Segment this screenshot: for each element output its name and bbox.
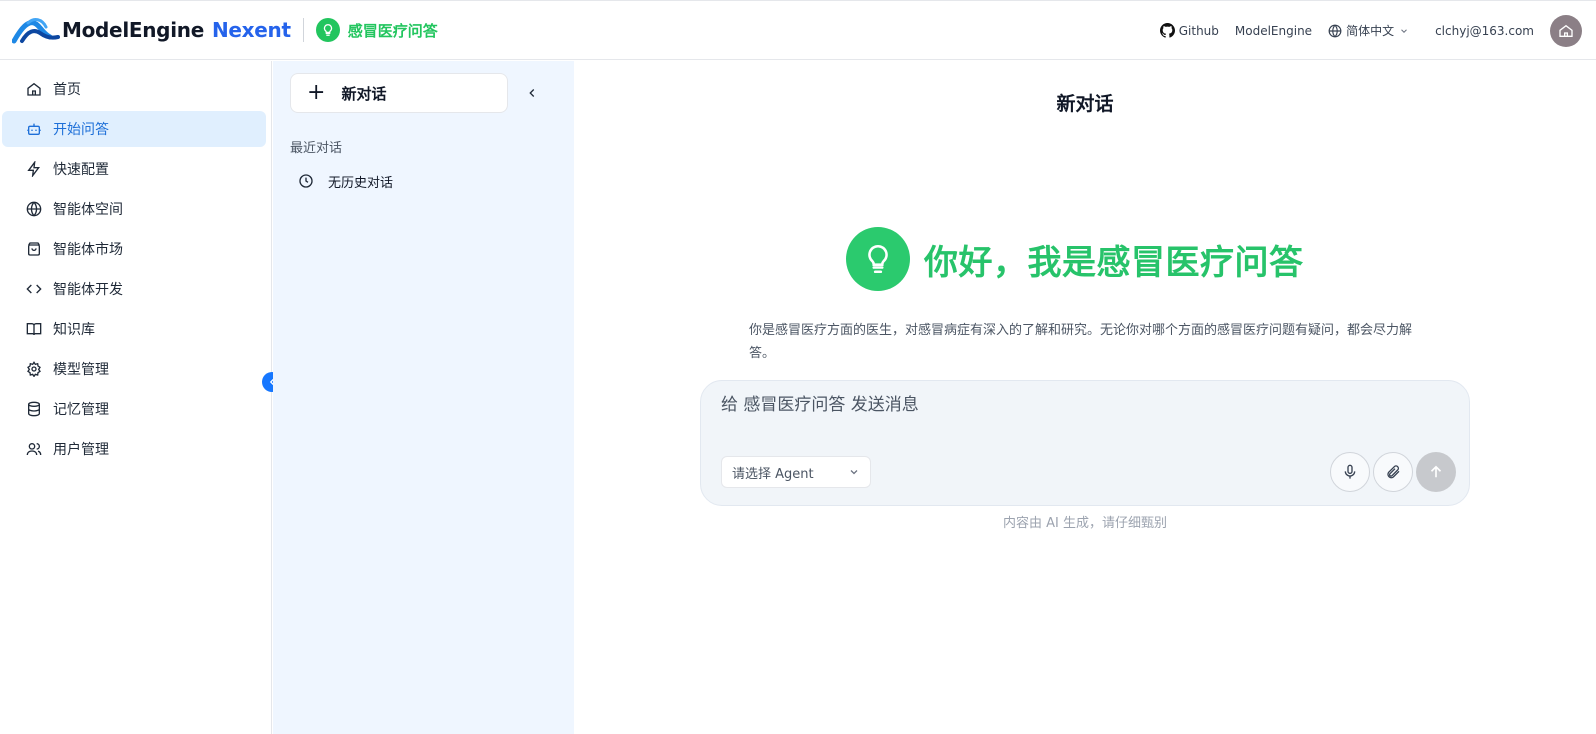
empty-history-label: 无历史对话	[328, 175, 394, 191]
sidebar-item-user-management[interactable]: 用户管理	[2, 431, 266, 467]
recent-conversations-heading: 最近对话	[290, 141, 343, 156]
gear-icon	[26, 361, 42, 377]
greeting-hero: 你好，我是感冒医疗问答	[846, 227, 1304, 291]
home-avatar-icon	[1559, 24, 1573, 37]
users-icon	[26, 441, 42, 457]
modelengine-link[interactable]: ModelEngine	[1235, 24, 1312, 38]
sidebar-item-quick-config[interactable]: 快速配置	[2, 151, 266, 187]
github-link[interactable]: Github	[1159, 23, 1219, 38]
top-header: ModelEngine Nexent 感冒医疗问答 Github ModelEn…	[0, 1, 1596, 60]
sidebar-item-agent-space[interactable]: 智能体空间	[2, 191, 266, 227]
sidebar-item-model-management[interactable]: 模型管理	[2, 351, 266, 387]
sidebar-item-agent-market[interactable]: 智能体市场	[2, 231, 266, 267]
paperclip-icon	[1387, 465, 1400, 479]
product-name: Nexent	[211, 18, 291, 42]
user-email[interactable]: clchyj@163.com	[1435, 24, 1534, 38]
zap-icon	[26, 161, 42, 177]
database-icon	[26, 401, 42, 417]
sidebar-item-label: 知识库	[53, 322, 95, 338]
new-chat-button[interactable]: + 新对话	[290, 73, 508, 113]
lightbulb-icon	[846, 227, 910, 291]
agent-description: 你是感冒医疗方面的医生，对感冒病症有深入的了解和研究。无论你对哪个方面的感冒医疗…	[749, 323, 1413, 361]
empty-history-item: 无历史对话	[290, 167, 550, 195]
chevron-down-icon	[850, 470, 858, 475]
page-title: 新对话	[1056, 93, 1114, 115]
user-email-label: clchyj@163.com	[1435, 23, 1534, 38]
globe-icon	[26, 201, 42, 217]
sidebar-item-label: 记忆管理	[53, 402, 109, 418]
header-divider	[302, 18, 304, 42]
sidebar-item-memory-management[interactable]: 记忆管理	[2, 391, 266, 427]
sidebar-nav: 首页 开始问答 快速配置 智能体空间 智能体市场 智能体开发 知识库 模型管理 …	[0, 61, 272, 734]
message-composer: 请选择 Agent	[700, 380, 1470, 506]
avatar[interactable]	[1550, 14, 1582, 47]
clock-icon	[299, 174, 313, 188]
voice-input-button[interactable]	[1330, 452, 1370, 492]
sidebar-item-label: 智能体市场	[53, 242, 123, 258]
greeting-title: 你好，我是感冒医疗问答	[924, 242, 1304, 283]
sidebar-item-home[interactable]: 首页	[2, 71, 266, 107]
conversation-panel: + 新对话 最近对话 无历史对话	[273, 61, 574, 734]
chat-main: 新对话 你好，我是感冒医疗问答 你是感冒医疗方面的医生，对感冒病症有深入的了解和…	[574, 61, 1596, 734]
sidebar-item-knowledge-base[interactable]: 知识库	[2, 311, 266, 347]
ai-disclaimer: 内容由 AI 生成，请仔细甄别	[1003, 516, 1167, 531]
sidebar-item-label: 首页	[53, 82, 81, 98]
plus-icon: +	[307, 80, 326, 105]
language-selector[interactable]: 简体中文	[1328, 22, 1413, 39]
sidebar-item-label: 开始问答	[53, 122, 109, 138]
sidebar-item-label: 智能体空间	[53, 202, 123, 218]
sidebar-item-agent-dev[interactable]: 智能体开发	[2, 271, 266, 307]
chevron-down-icon	[1401, 28, 1407, 33]
home-icon	[26, 81, 42, 97]
sidebar-item-label: 快速配置	[53, 162, 109, 178]
brand-logo[interactable]: ModelEngine Nexent	[12, 1, 291, 60]
sidebar-item-label: 模型管理	[53, 362, 109, 378]
app-window: ModelEngine Nexent 感冒医疗问答 Github ModelEn…	[0, 0, 1596, 734]
new-chat-label: 新对话	[341, 84, 387, 103]
header-actions: Github ModelEngine 简体中文 clchyj@163.com	[1144, 1, 1582, 60]
agent-select-placeholder: 请选择 Agent	[732, 466, 814, 482]
collapse-panel-button[interactable]	[522, 83, 542, 103]
sidebar-item-label: 智能体开发	[53, 282, 123, 298]
brand-name: ModelEngine	[62, 18, 204, 42]
github-label: Github	[1178, 23, 1219, 38]
send-button[interactable]	[1416, 452, 1456, 492]
attach-file-button[interactable]	[1373, 452, 1413, 492]
modelengine-logo-icon	[12, 18, 60, 44]
github-icon	[1159, 23, 1175, 38]
modelengine-label: ModelEngine	[1234, 23, 1313, 38]
globe-icon	[1328, 24, 1342, 37]
current-app-name: 感冒医疗问答	[347, 21, 438, 40]
arrow-up-icon	[1430, 465, 1442, 478]
code-icon	[26, 281, 42, 297]
bot-icon	[26, 121, 42, 137]
shopping-bag-icon	[26, 241, 42, 257]
message-input[interactable]	[721, 391, 1441, 419]
language-label: 简体中文	[1346, 24, 1395, 38]
sidebar-item-label: 用户管理	[53, 442, 109, 458]
sidebar-item-start-qa[interactable]: 开始问答	[2, 111, 266, 147]
agent-select[interactable]: 请选择 Agent	[721, 456, 871, 488]
lightbulb-icon	[315, 18, 340, 42]
microphone-icon	[1344, 464, 1356, 479]
book-open-icon	[26, 321, 42, 337]
chevron-left-icon	[529, 89, 535, 97]
